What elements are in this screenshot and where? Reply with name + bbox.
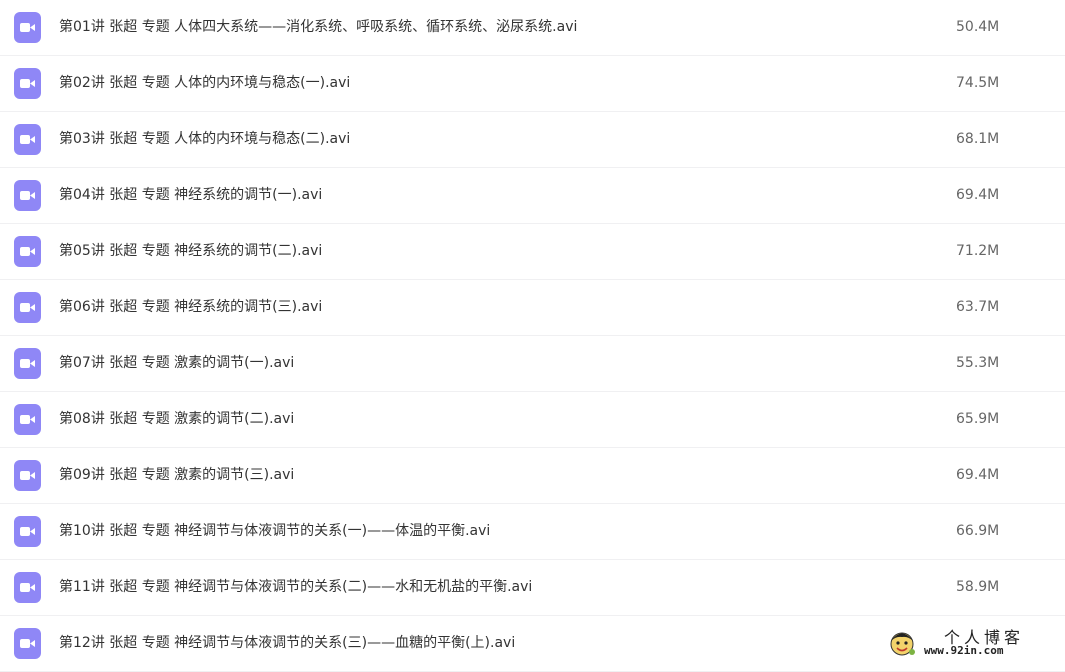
file-row[interactable]: 第03讲 张超 专题 人体的内环境与稳态(二).avi 68.1M — [0, 112, 1065, 168]
file-name[interactable]: 第05讲 张超 专题 神经系统的调节(二).avi — [59, 224, 322, 280]
file-row[interactable]: 第02讲 张超 专题 人体的内环境与稳态(一).avi 74.5M — [0, 56, 1065, 112]
video-file-icon — [14, 12, 41, 43]
video-file-icon — [14, 628, 41, 659]
video-file-icon — [14, 572, 41, 603]
video-file-icon — [14, 292, 41, 323]
file-list: 第01讲 张超 专题 人体四大系统——消化系统、呼吸系统、循环系统、泌尿系统.a… — [0, 0, 1065, 672]
file-name[interactable]: 第02讲 张超 专题 人体的内环境与稳态(一).avi — [59, 56, 350, 112]
file-size: 66.9M — [956, 523, 1000, 539]
video-file-icon — [14, 404, 41, 435]
video-file-icon — [14, 180, 41, 211]
file-name[interactable]: 第10讲 张超 专题 神经调节与体液调节的关系(一)——体温的平衡.avi — [59, 504, 490, 560]
file-row[interactable]: 第09讲 张超 专题 激素的调节(三).avi 69.4M — [0, 448, 1065, 504]
file-size: 58.9M — [956, 579, 1000, 595]
video-file-icon — [14, 124, 41, 155]
file-name[interactable]: 第09讲 张超 专题 激素的调节(三).avi — [59, 448, 294, 504]
file-row[interactable]: 第05讲 张超 专题 神经系统的调节(二).avi 71.2M — [0, 224, 1065, 280]
file-size: 74.5M — [956, 75, 1000, 91]
file-size: 69.4M — [956, 467, 1000, 483]
file-row[interactable]: 第01讲 张超 专题 人体四大系统——消化系统、呼吸系统、循环系统、泌尿系统.a… — [0, 0, 1065, 56]
video-file-icon — [14, 460, 41, 491]
file-name[interactable]: 第11讲 张超 专题 神经调节与体液调节的关系(二)——水和无机盐的平衡.avi — [59, 560, 532, 616]
blog-watermark: 个人博客 www.92in.com — [888, 624, 1058, 662]
file-name[interactable]: 第03讲 张超 专题 人体的内环境与稳态(二).avi — [59, 112, 350, 168]
file-row[interactable]: 第06讲 张超 专题 神经系统的调节(三).avi 63.7M — [0, 280, 1065, 336]
file-row[interactable]: 第08讲 张超 专题 激素的调节(二).avi 65.9M — [0, 392, 1065, 448]
file-size: 71.2M — [956, 243, 1000, 259]
video-file-icon — [14, 236, 41, 267]
file-name[interactable]: 第07讲 张超 专题 激素的调节(一).avi — [59, 336, 294, 392]
file-row[interactable]: 第11讲 张超 专题 神经调节与体液调节的关系(二)——水和无机盐的平衡.avi… — [0, 560, 1065, 616]
file-size: 50.4M — [956, 19, 1000, 35]
video-file-icon — [14, 348, 41, 379]
file-row[interactable]: 第07讲 张超 专题 激素的调节(一).avi 55.3M — [0, 336, 1065, 392]
file-name[interactable]: 第08讲 张超 专题 激素的调节(二).avi — [59, 392, 294, 448]
video-file-icon — [14, 68, 41, 99]
file-size: 65.9M — [956, 411, 1000, 427]
file-name[interactable]: 第01讲 张超 专题 人体四大系统——消化系统、呼吸系统、循环系统、泌尿系统.a… — [59, 0, 577, 56]
mascot-logo-icon — [888, 628, 916, 658]
video-file-icon — [14, 516, 41, 547]
file-size: 68.1M — [956, 131, 1000, 147]
file-size: 69.4M — [956, 187, 1000, 203]
file-size: 63.7M — [956, 299, 1000, 315]
file-size: 55.3M — [956, 355, 1000, 371]
watermark-url: www.92in.com — [924, 644, 1004, 657]
file-name[interactable]: 第06讲 张超 专题 神经系统的调节(三).avi — [59, 280, 322, 336]
file-row[interactable]: 第10讲 张超 专题 神经调节与体液调节的关系(一)——体温的平衡.avi 66… — [0, 504, 1065, 560]
file-row[interactable]: 第04讲 张超 专题 神经系统的调节(一).avi 69.4M — [0, 168, 1065, 224]
file-name[interactable]: 第04讲 张超 专题 神经系统的调节(一).avi — [59, 168, 322, 224]
